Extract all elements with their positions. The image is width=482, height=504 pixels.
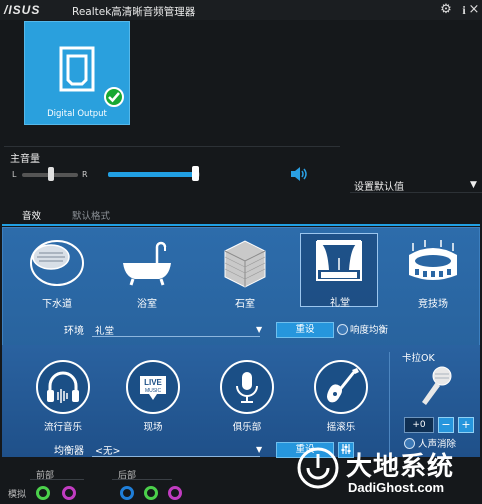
stone-room-icon: [224, 240, 266, 288]
karaoke-minus-button[interactable]: −: [438, 417, 454, 433]
karaoke-value[interactable]: +0: [404, 417, 434, 433]
app-title: Realtek高清晰音频管理器: [72, 6, 196, 18]
live-music-icon: LIVE MUSIC: [140, 376, 166, 400]
divider: [112, 479, 172, 480]
environment-row-label: 环境: [64, 326, 84, 337]
close-icon[interactable]: ×: [466, 2, 482, 18]
eq-preset-label: 流行音乐: [43, 422, 82, 433]
headphones-icon: [47, 371, 79, 403]
svg-text:MUSIC: MUSIC: [145, 388, 162, 394]
equalizer-row-label: 均衡器: [54, 446, 84, 457]
jack-rear-green[interactable]: [144, 486, 158, 500]
environment-auditorium[interactable]: 礼堂: [300, 233, 378, 309]
balance-slider-handle[interactable]: [48, 167, 54, 181]
watermark-url: DadiGhost.com: [348, 480, 445, 495]
analog-label: 模拟: [8, 490, 27, 500]
equalizer-select[interactable]: <无>: [92, 442, 260, 457]
karaoke-divider: [389, 352, 390, 452]
environment-select[interactable]: 礼堂: [92, 322, 260, 337]
svg-text:LIVE: LIVE: [144, 378, 162, 387]
watermark-title: 大地系统: [346, 452, 455, 482]
digital-output-device-tile[interactable]: Digital Output: [24, 21, 130, 125]
environment-arena[interactable]: 竞技场: [394, 235, 472, 310]
eq-circle: [314, 360, 368, 414]
divider: [350, 192, 482, 193]
environment-label: 竞技场: [418, 299, 448, 310]
eq-preset-live[interactable]: LIVE MUSIC 现场: [118, 360, 188, 434]
eq-preset-pop[interactable]: 流行音乐: [28, 360, 98, 434]
balance-left-label: L: [12, 170, 17, 179]
arena-icon: [409, 240, 457, 280]
sewer-pipe-icon: [30, 240, 84, 286]
divider: [30, 479, 84, 480]
balance-right-label: R: [82, 170, 88, 179]
bathtub-icon: [123, 241, 171, 286]
gear-icon[interactable]: ⚙: [438, 2, 454, 18]
volume-slider-track[interactable]: [108, 172, 200, 177]
set-default-device-dropdown[interactable]: 设置默认值: [354, 178, 404, 193]
divider: [4, 146, 340, 147]
jack-rear-pink[interactable]: [168, 486, 182, 500]
environment-label: 下水道: [42, 299, 72, 310]
eq-preset-label: 现场: [143, 422, 163, 433]
environment-reset-button[interactable]: 重设: [276, 322, 334, 338]
eq-preset-label: 俱乐部: [232, 422, 262, 433]
speaker-icon[interactable]: [290, 166, 308, 182]
auditorium-stage-icon: [316, 240, 362, 281]
jack-rear-blue[interactable]: [120, 486, 134, 500]
chevron-down-icon[interactable]: ▼: [256, 445, 262, 454]
eq-circle: LIVE MUSIC: [126, 360, 180, 414]
digital-output-icon: [59, 46, 95, 92]
jack-front-green[interactable]: [36, 486, 50, 500]
environment-bathroom[interactable]: 浴室: [108, 235, 186, 310]
asus-logo: /ISUS: [4, 3, 41, 17]
karaoke-microphone-icon: [422, 366, 452, 405]
jack-front-pink[interactable]: [62, 486, 76, 500]
tab-sound-effects[interactable]: 音效: [22, 208, 41, 222]
environment-label: 石室: [235, 299, 255, 310]
environment-sewer[interactable]: 下水道: [18, 235, 96, 310]
chevron-down-icon[interactable]: ▼: [256, 325, 262, 334]
karaoke-plus-button[interactable]: +: [458, 417, 474, 433]
eq-preset-label: 摇滚乐: [326, 422, 356, 433]
watermark-logo-icon: [297, 447, 339, 489]
volume-slider-handle[interactable]: [192, 166, 199, 181]
loudness-equalization-checkbox[interactable]: [337, 324, 348, 335]
volume-slider-fill: [108, 172, 197, 177]
eq-preset-rock[interactable]: 摇滚乐: [306, 360, 376, 434]
chevron-down-icon[interactable]: ▼: [470, 180, 477, 190]
karaoke-label: 卡拉OK: [402, 353, 435, 364]
title-bar: /ISUS Realtek高清晰音频管理器 ⚙ i ×: [0, 0, 482, 20]
environment-label: 浴室: [137, 299, 157, 310]
eq-circle: [220, 360, 274, 414]
eq-circle: [36, 360, 90, 414]
device-label: Digital Output: [47, 109, 107, 119]
main-volume-label: 主音量: [10, 154, 40, 165]
environment-stone-room[interactable]: 石室: [206, 235, 284, 310]
tab-underline: [2, 224, 480, 226]
microphone-icon: [236, 372, 258, 403]
tab-default-format[interactable]: 默认格式: [72, 208, 110, 222]
check-icon: [104, 87, 124, 107]
watermark: 大地系统 DadiGhost.com: [296, 446, 482, 504]
eq-preset-club[interactable]: 俱乐部: [212, 360, 282, 434]
environment-label: 礼堂: [330, 298, 350, 309]
loudness-equalization-label: 响度均衡: [350, 325, 389, 336]
guitar-icon: [327, 368, 359, 403]
